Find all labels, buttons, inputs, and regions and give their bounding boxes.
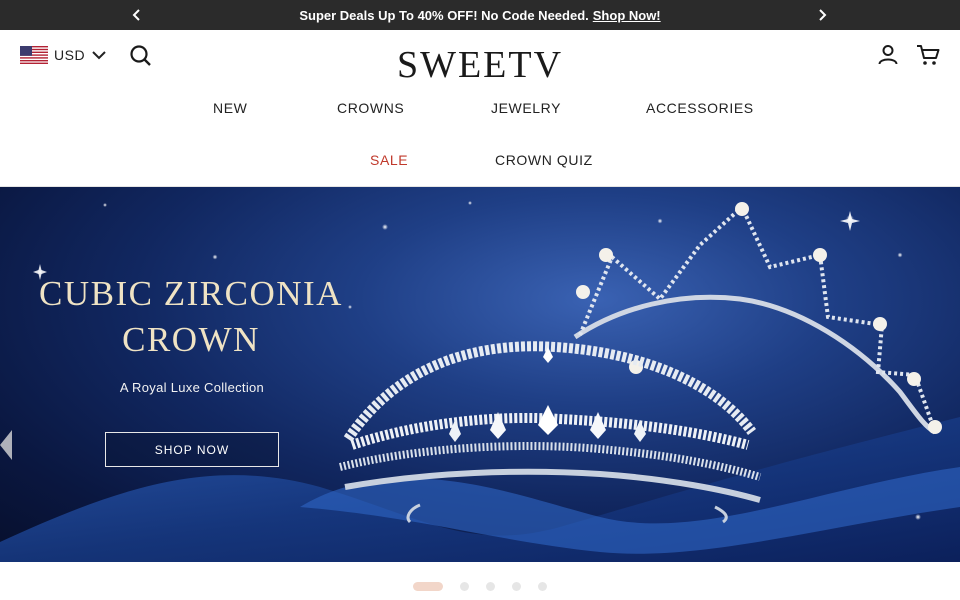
carousel-pagination	[0, 562, 960, 600]
carousel-dot-3[interactable]	[486, 582, 495, 591]
nav-crown-quiz[interactable]: CROWN QUIZ	[495, 152, 593, 168]
hero-crowns-image	[0, 201, 960, 562]
nav-crowns[interactable]: CROWNS	[337, 100, 404, 116]
carousel-dot-5[interactable]	[538, 582, 547, 591]
carousel-dot-2[interactable]	[460, 582, 469, 591]
chevron-down-icon	[92, 51, 106, 60]
account-button[interactable]	[875, 42, 901, 68]
announcement-shop-now-link[interactable]: Shop Now!	[593, 8, 661, 23]
hero-title-line2: CROWN	[122, 320, 260, 359]
hero-title-line1: CUBIC ZIRCONIA	[39, 274, 343, 313]
nav-jewelry[interactable]: JEWELRY	[491, 100, 561, 116]
us-flag-icon	[20, 46, 48, 64]
currency-selector[interactable]: USD	[20, 44, 107, 66]
carousel-dot-1[interactable]	[413, 582, 443, 591]
announcement-next-button[interactable]	[807, 0, 837, 30]
chevron-left-icon	[0, 430, 12, 460]
nav-new[interactable]: NEW	[213, 100, 247, 116]
announcement-bar: Super Deals Up To 40% OFF! No Code Neede…	[0, 0, 960, 30]
cart-icon	[917, 45, 940, 65]
hero-subtitle: A Royal Luxe Collection	[119, 380, 265, 395]
site-logo[interactable]: SWEETV	[380, 42, 580, 88]
carousel-dot-4[interactable]	[512, 582, 521, 591]
search-button[interactable]	[128, 43, 154, 69]
user-icon	[878, 45, 898, 65]
cart-button[interactable]	[915, 42, 941, 68]
hero-prev-button[interactable]	[0, 430, 12, 460]
search-icon	[130, 45, 151, 66]
nav-sale[interactable]: SALE	[370, 152, 408, 168]
shop-now-button[interactable]: SHOP NOW	[105, 432, 279, 467]
currency-label: USD	[54, 47, 86, 63]
chevron-right-icon	[819, 9, 827, 21]
site-header: USD SWEETV NEW CROWNS JEWELRY ACCESSORIE…	[0, 30, 960, 187]
nav-accessories[interactable]: ACCESSORIES	[646, 100, 754, 116]
announcement-text: Super Deals Up To 40% OFF! No Code Neede…	[299, 7, 589, 23]
hero-banner[interactable]: CUBIC ZIRCONIA CROWN A Royal Luxe Collec…	[0, 187, 960, 562]
